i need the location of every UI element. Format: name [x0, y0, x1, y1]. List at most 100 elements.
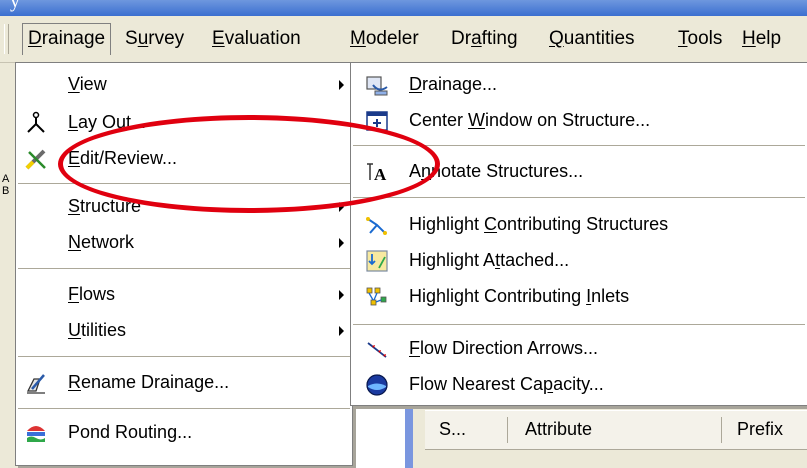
submenu-arrow-icon [339, 290, 344, 300]
label-text: etwork [81, 232, 135, 252]
column-prefix[interactable]: Prefix [737, 419, 783, 440]
menu-item-edit-review[interactable]: Edit/Review... [16, 141, 352, 177]
menu-drafting-prefix: Dr [451, 28, 472, 49]
mnemonic: n [421, 161, 432, 181]
menu-item-network[interactable]: Network [16, 225, 352, 261]
menu-item-utilities-label: Utilities [68, 320, 126, 341]
submenu-arrow-icon [339, 326, 344, 336]
menu-separator [353, 324, 805, 326]
menu-tools-mnemonic: T [678, 28, 688, 49]
menu-item-flows[interactable]: Flows [16, 277, 352, 313]
drainage-view-icon [366, 76, 388, 96]
submenu-arrow-icon [339, 238, 344, 248]
toolbar-letter-b[interactable]: B [2, 185, 9, 197]
submenu-arrow-icon [339, 202, 344, 212]
menu-tools[interactable]: Tools [673, 24, 727, 54]
submenu-item-highlight-attached[interactable]: Highlight Attached... [351, 243, 807, 279]
menu-item-rename-drainage[interactable]: Rename Drainage... [16, 365, 352, 401]
submenu-item-flow-direction-arrows[interactable]: Flow Direction Arrows... [351, 331, 807, 367]
center-window-icon [366, 111, 388, 131]
menu-drainage-label: rainage [41, 28, 106, 49]
menu-help[interactable]: Help [737, 24, 786, 54]
attribute-table-header: S... Attribute Prefix [425, 410, 807, 450]
submenu-item-drainage[interactable]: Drainage... [351, 67, 807, 103]
label-text: ename Drainage... [81, 372, 230, 392]
annotate-icon: A [367, 163, 387, 184]
column-separator[interactable] [721, 417, 722, 443]
label-text: A [409, 161, 422, 181]
menu-item-lay-out[interactable]: Lay Out... [16, 105, 352, 141]
left-toolbar-icons: A B [2, 173, 9, 197]
column-separator[interactable] [507, 417, 508, 443]
menu-item-utilities[interactable]: Utilities [16, 313, 352, 349]
label-text: nlets [591, 286, 630, 306]
menu-item-network-label: Network [68, 232, 134, 253]
flow-arrows-icon [367, 342, 387, 358]
label-text: indow on Structure... [485, 110, 651, 130]
label-text: lows [79, 284, 116, 304]
menu-item-view[interactable]: View [16, 67, 352, 103]
menu-modeler[interactable]: Modeler [345, 24, 424, 54]
menu-quantities[interactable]: Quantities [544, 24, 640, 54]
label-text: notate Structures... [431, 161, 584, 181]
submenu-item-highlight-contributing-inlets[interactable]: Highlight Contributing Inlets [351, 279, 807, 315]
mnemonic: D [409, 74, 422, 94]
submenu-arrow-icon [339, 80, 344, 90]
submenu-item-center-window[interactable]: Center Window on Structure... [351, 103, 807, 139]
menu-drafting-mnemonic: a [471, 28, 482, 49]
label-text: rainage... [422, 74, 498, 94]
menu-separator [18, 356, 350, 358]
mnemonic: U [68, 320, 81, 340]
label-text: Highlight Contributing [409, 286, 587, 306]
menu-modeler-label: odeler [365, 28, 419, 49]
label-text: dit/Review... [80, 148, 178, 168]
label-text: acity... [553, 374, 604, 394]
svg-text:A: A [374, 165, 387, 184]
menu-item-structure-label: Structure [68, 196, 141, 217]
menu-bar-grip[interactable] [4, 24, 9, 54]
mnemonic: F [409, 338, 420, 358]
menu-help-mnemonic: H [742, 28, 756, 49]
title-bar: y [0, 0, 807, 16]
menu-separator [18, 183, 350, 185]
menu-item-view-label: View [68, 74, 107, 95]
mnemonic: W [468, 110, 486, 130]
menu-survey[interactable]: Survey [120, 24, 189, 54]
label-text: Highlight A [409, 250, 496, 270]
menu-item-rename-drainage-label: Rename Drainage... [68, 372, 229, 393]
column-s[interactable]: S... [439, 419, 466, 440]
menu-drainage[interactable]: Drainage [22, 23, 112, 55]
title-fragment: y [10, 0, 20, 12]
label-text: iew [79, 74, 107, 94]
menu-item-structure[interactable]: Structure [16, 189, 352, 225]
mnemonic: E [68, 148, 81, 168]
submenu-item-annotate-structures[interactable]: A Annotate Structures... [351, 154, 807, 190]
menu-evaluation-label: valuation [224, 28, 301, 49]
toolbar-letter-a[interactable]: A [2, 173, 9, 185]
menu-quantities-label: uantities [563, 28, 635, 49]
label-text: Pond Routing... [68, 422, 193, 442]
column-attribute[interactable]: Attribute [525, 419, 592, 440]
highlight-inlets-icon [366, 287, 387, 306]
submenu-item-flow-nearest-capacity[interactable]: Flow Nearest Capacity... [351, 367, 807, 403]
menu-quantities-mnemonic: Q [549, 28, 564, 49]
highlight-structures-icon [366, 217, 387, 235]
label-text: tructure [80, 196, 142, 216]
mnemonic: F [68, 284, 79, 304]
edit-review-icon [25, 149, 46, 170]
submenu-item-highlight-contributing-structures[interactable]: Highlight Contributing Structures [351, 207, 807, 243]
menu-bar: Drainage Survey Evaluation Modeler Draft… [0, 16, 807, 63]
label-text: Flow Nearest Ca [409, 374, 544, 394]
pond-routing-icon [27, 426, 45, 442]
menu-item-pond-routing[interactable]: Pond Routing... [16, 415, 352, 451]
highlight-attached-icon [366, 250, 388, 272]
menu-separator [353, 145, 805, 147]
menu-item-edit-review-label: Edit/Review... [68, 148, 177, 169]
menu-evaluation[interactable]: Evaluation [207, 24, 306, 54]
label-text: low Direction Arrows... [420, 338, 599, 358]
menu-item-pond-routing-label: Pond Routing... [68, 422, 192, 443]
mnemonic: p [543, 374, 554, 394]
menu-drafting[interactable]: Drafting [446, 24, 523, 54]
submenu-item-drainage-label: Drainage... [409, 74, 497, 95]
menu-item-flows-label: Flows [68, 284, 115, 305]
